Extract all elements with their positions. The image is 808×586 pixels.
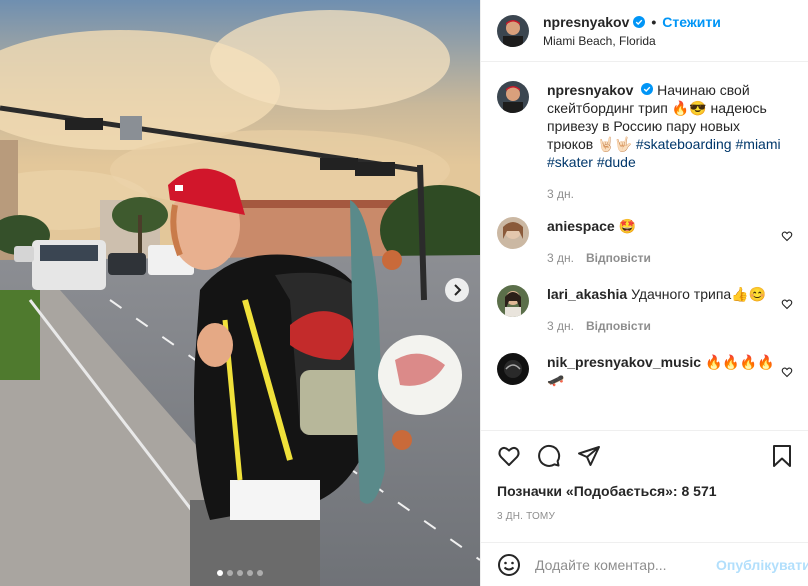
follow-button[interactable]: Стежити <box>662 14 721 30</box>
caption-age: 3 дн. <box>547 187 574 201</box>
post-actions: Позначки «Подобається»: 8 571 3 ДН. ТОМУ <box>481 430 808 522</box>
verified-icon <box>633 15 646 28</box>
avatar[interactable] <box>497 285 529 317</box>
carousel-dots <box>0 570 480 576</box>
comment-input[interactable] <box>535 556 716 573</box>
add-comment-bar: Опублікувати <box>481 542 808 586</box>
post-photo <box>0 0 480 586</box>
separator-dot: • <box>651 13 657 30</box>
bookmark-icon[interactable] <box>771 444 793 468</box>
comment-like-icon[interactable] <box>781 229 793 245</box>
reply-button[interactable]: Відповісти <box>586 319 651 333</box>
comment-age: 3 дн. <box>547 251 574 265</box>
avatar[interactable] <box>497 14 529 47</box>
reply-button[interactable]: Відповісти <box>586 251 651 265</box>
caption: npresnyakov Начинаю свой скейтбординг тр… <box>497 81 793 203</box>
caption-username[interactable]: npresnyakov <box>547 82 633 98</box>
heart-icon[interactable] <box>497 444 521 468</box>
carousel-dot <box>227 570 233 576</box>
comment-username[interactable]: nik_presnyakov_music <box>547 354 701 370</box>
avatar[interactable] <box>497 217 529 249</box>
comment-item: lari_akashia Удачного трипа👍😊 3 дн. Відпо… <box>497 285 793 335</box>
comment-username[interactable]: aniespace <box>547 218 615 234</box>
carousel-dot <box>257 570 263 576</box>
carousel-dot <box>217 570 223 576</box>
post-date: 3 ДН. ТОМУ <box>497 511 556 522</box>
avatar[interactable] <box>497 353 529 385</box>
comment-text: Удачного трипа👍😊 <box>631 286 767 302</box>
carousel-dot <box>247 570 253 576</box>
comment-like-icon[interactable] <box>781 365 793 381</box>
post-media[interactable] <box>0 0 480 586</box>
share-icon[interactable] <box>577 444 601 468</box>
post-location[interactable]: Miami Beach, Florida <box>543 34 721 48</box>
comment-icon[interactable] <box>537 444 561 468</box>
comment-item: aniespace 🤩 3 дн. Відповісти <box>497 217 793 267</box>
post-username[interactable]: npresnyakov <box>543 14 629 30</box>
chevron-right-icon <box>454 284 462 296</box>
carousel-dot <box>237 570 243 576</box>
verified-icon <box>641 83 654 95</box>
publish-button[interactable]: Опублікувати <box>716 557 808 573</box>
post-header: npresnyakov • Стежити Miami Beach, Flori… <box>481 0 808 62</box>
comments-list: npresnyakov Начинаю свой скейтбординг тр… <box>481 63 808 430</box>
hashtag-link[interactable]: #skater <box>547 154 593 170</box>
comment-like-icon[interactable] <box>781 297 793 313</box>
post-sidebar: npresnyakov • Стежити Miami Beach, Flori… <box>480 0 808 586</box>
comment-text: 🤩 <box>618 218 637 234</box>
likes-count[interactable]: Позначки «Подобається»: 8 571 <box>497 483 793 499</box>
hashtag-link[interactable]: #miami <box>736 136 781 152</box>
emoji-icon[interactable] <box>497 553 521 577</box>
hashtag-link[interactable]: #skateboarding <box>636 136 732 152</box>
comment-username[interactable]: lari_akashia <box>547 286 627 302</box>
hashtag-link[interactable]: #dude <box>597 154 636 170</box>
comment-item: nik_presnyakov_music 🔥🔥🔥🔥🛹 <box>497 353 793 389</box>
comment-age: 3 дн. <box>547 319 574 333</box>
carousel-next-button[interactable] <box>445 278 469 302</box>
avatar[interactable] <box>497 81 529 113</box>
